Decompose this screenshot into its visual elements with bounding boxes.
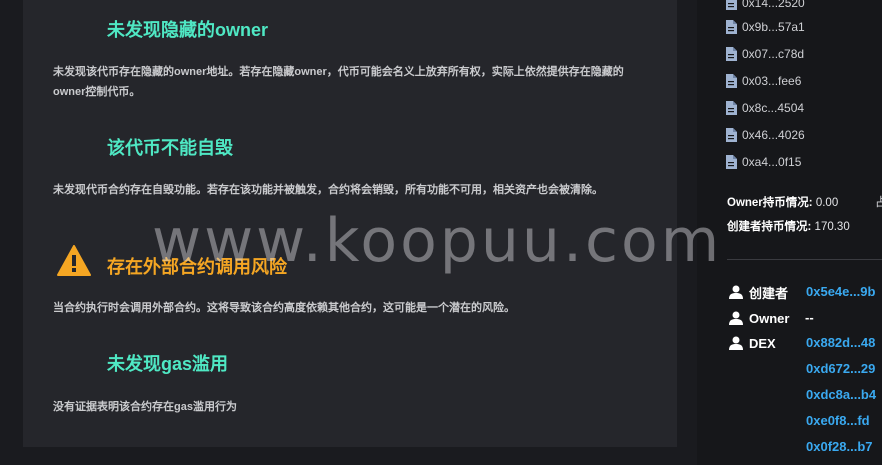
file-address: 0x9b...57a1 [742,20,805,34]
owner-address: -- [805,310,814,325]
file-address: 0x03...fee6 [742,74,802,88]
creator-holding-value: 170.30 [814,221,850,233]
file-address: 0x14...2520 [742,0,805,10]
file-address: 0xa4...0f15 [742,155,802,169]
owner-holding-percent-label: 占 [875,195,882,209]
warning-triangle-icon [57,245,91,282]
file-icon [726,47,737,61]
role-label: 创建者 [749,285,789,301]
creator-address-link[interactable]: 0x5e4e...9b [806,284,875,299]
dex-address-link[interactable]: 0x0f28...b7 [806,439,873,454]
file-icon [726,0,737,10]
file-icon [726,101,737,115]
owner-holding-value: 0.00 [815,197,839,209]
creator-holding-label: 创建者持币情况: [727,221,812,233]
file-icon [726,74,737,88]
dex-address-link[interactable]: 0xdc8a...b4 [806,387,876,402]
file-link[interactable]: 0x9b...57a1 [725,18,805,36]
file-link[interactable]: 0xa4...0f15 [725,153,801,171]
check-title-hidden-owner: 未发现隐藏的owner [107,20,269,40]
check-desc-external-call: 当合约执行时会调用外部合约。这将导致该合约高度依赖其他合约，这可能是一个潜在的风… [53,302,515,314]
divider [727,259,882,260]
user-icon [729,311,743,325]
owner-holding: Owner持币情况: 0.00 [727,194,838,210]
check-desc-self-destruct: 未发现代币合约存在自毁功能。若存在该功能并被触发，合约将会销毁，所有功能不可用，… [53,184,603,196]
file-link[interactable]: 0x07...c78d [725,45,804,63]
file-icon [726,155,737,169]
role-dex: DEX [729,334,776,352]
role-owner: Owner [729,309,789,327]
dex-address-link[interactable]: 0xe0f8...fd [806,413,870,428]
file-address: 0x46...4026 [742,128,805,142]
owner-holding-label: Owner持币情况: [727,197,813,209]
holder-info-panel: 0x14...2520 0x9b...57a1 0x07...c78d 0x03… [697,0,882,465]
file-icon [726,20,737,34]
check-title-self-destruct: 该代币不能自毁 [107,138,233,158]
file-address: 0x8c...4504 [742,101,805,115]
check-desc-gas-abuse: 没有证据表明该合约存在gas滥用行为 [53,401,237,413]
file-link[interactable]: 0x03...fee6 [725,72,801,90]
file-link[interactable]: 0x14...2520 [725,0,805,12]
user-icon [729,336,743,350]
role-label: DEX [749,335,776,351]
role-label: Owner [749,310,790,326]
file-link[interactable]: 0x8c...4504 [725,99,804,117]
file-address: 0x07...c78d [742,47,805,61]
role-creator: 创建者 [729,283,788,301]
dex-address-link[interactable]: 0xd672...29 [806,361,875,376]
check-desc-hidden-owner: 未发现该代币存在隐藏的owner地址。若存在隐藏owner，代币可能会名义上放弃… [53,66,624,98]
file-icon [726,128,737,142]
creator-holding: 创建者持币情况: 170.30 [727,218,850,234]
check-title-external-call: 存在外部合约调用风险 [107,257,287,277]
user-icon [729,285,743,299]
dex-address-link[interactable]: 0x882d...48 [806,335,875,350]
file-link[interactable]: 0x46...4026 [725,126,805,144]
security-checks-panel: 未发现隐藏的owner 未发现该代币存在隐藏的owner地址。若存在隐藏owne… [23,0,677,447]
check-title-gas-abuse: 未发现gas滥用 [107,354,229,374]
